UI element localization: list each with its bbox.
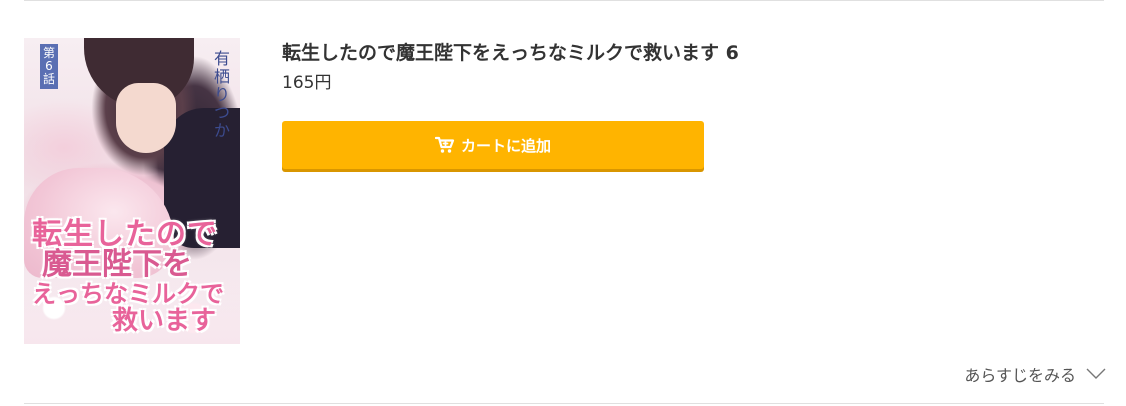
product-price: 165円	[282, 73, 332, 93]
cover-title-logo: 転生したので 魔王陛下を えっちなミルクで 救います	[32, 217, 237, 336]
top-divider	[24, 0, 1104, 1]
cover-image[interactable]: 第6話 有栖りつか 転生したので 魔王陛下を えっちなミルクで 救います	[24, 38, 240, 344]
cover-art-face	[116, 83, 176, 153]
chevron-down-icon	[1086, 368, 1106, 380]
cart-icon	[434, 135, 455, 155]
add-to-cart-label: カートに追加	[460, 136, 551, 155]
synopsis-label: あらすじをみる	[964, 366, 1076, 385]
add-to-cart-button[interactable]: カートに追加	[282, 121, 704, 169]
product-title[interactable]: 転生したので魔王陛下をえっちなミルクで救います 6	[282, 40, 739, 66]
cover-logo-line: 魔王陛下を	[42, 247, 192, 282]
cover-author: 有栖りつか	[213, 49, 230, 140]
bottom-divider	[24, 403, 1104, 404]
synopsis-toggle[interactable]: あらすじをみる	[964, 362, 1106, 386]
cover-episode-badge: 第6話	[40, 44, 58, 89]
cover-logo-line: 転生したので	[32, 217, 218, 252]
cover-logo-line: 救います	[112, 306, 217, 336]
cover-logo-line: えっちなミルクで	[32, 280, 224, 308]
